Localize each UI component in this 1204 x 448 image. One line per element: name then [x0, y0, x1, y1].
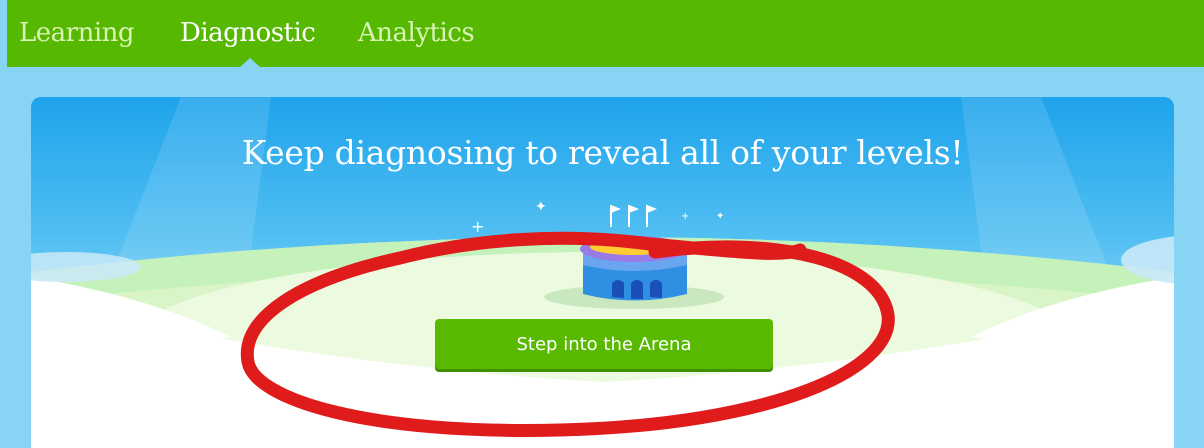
tab-diagnostic[interactable]: Diagnostic	[180, 18, 316, 58]
top-navigation: Learning Diagnostic Analytics	[7, 0, 1204, 68]
svg-text:+: +	[681, 211, 689, 222]
diagnostic-hero-panel: Keep diagnosing to reveal all of your le…	[31, 97, 1174, 448]
active-tab-indicator	[239, 58, 261, 68]
tab-learning[interactable]: Learning	[19, 18, 135, 58]
svg-text:+: +	[471, 217, 484, 236]
step-into-arena-button[interactable]: Step into the Arena	[435, 319, 773, 369]
svg-text:✦: ✦	[716, 211, 724, 222]
hero-headline: Keep diagnosing to reveal all of your le…	[241, 133, 964, 172]
svg-text:✦: ✦	[535, 199, 547, 215]
tab-analytics[interactable]: Analytics	[358, 18, 475, 58]
page-edge	[0, 0, 7, 448]
arena-stadium-icon: + ✦ ✦ + +	[471, 199, 724, 309]
